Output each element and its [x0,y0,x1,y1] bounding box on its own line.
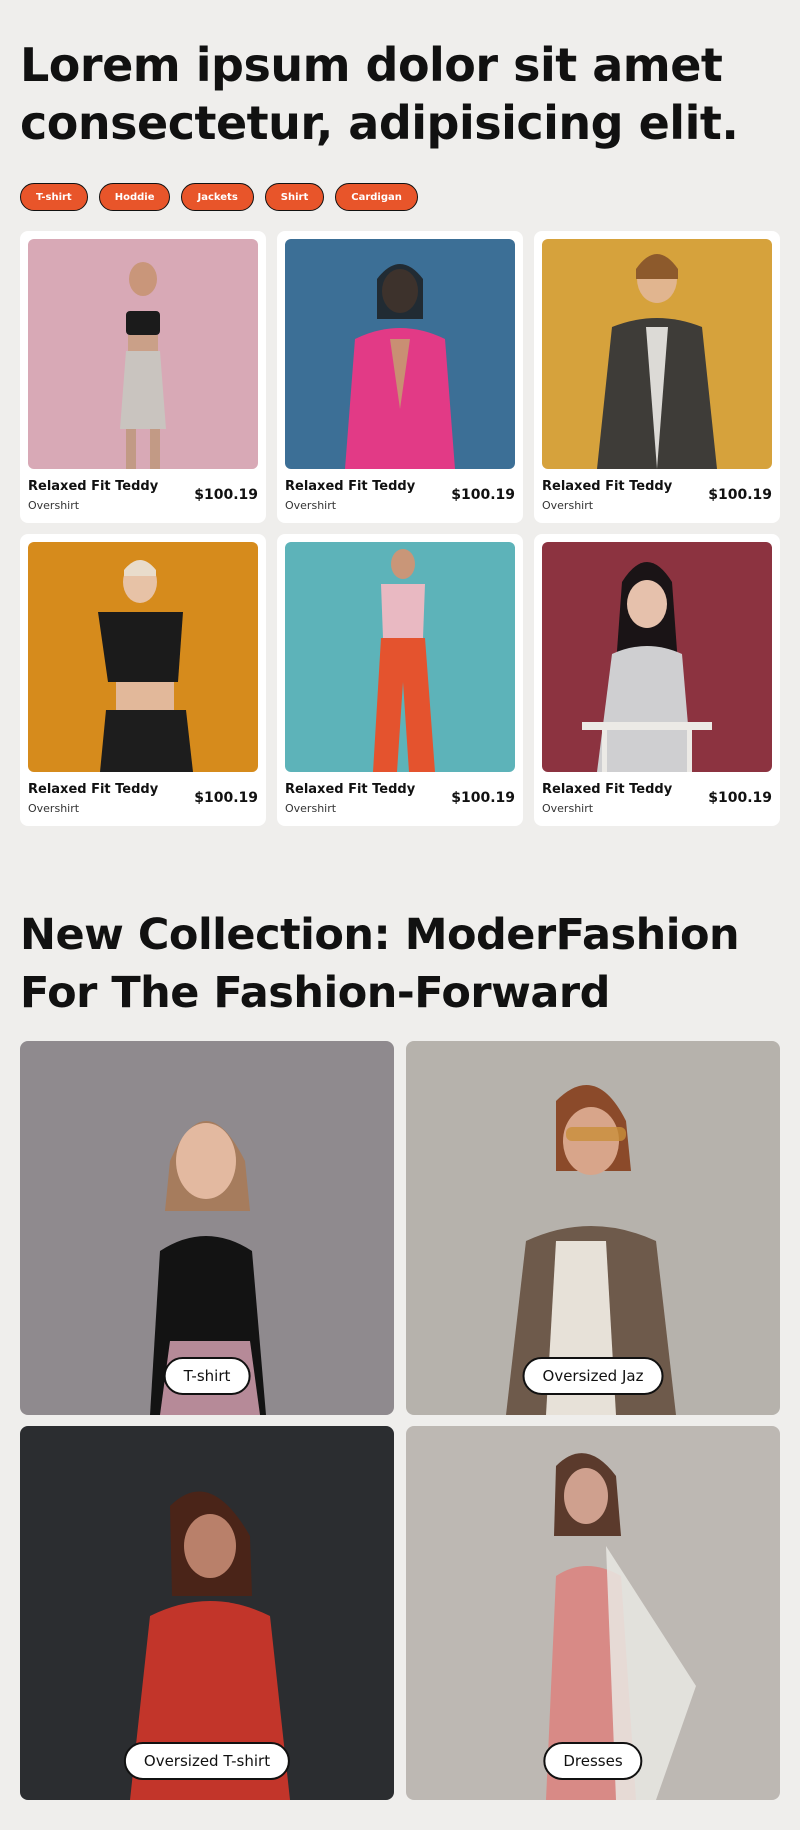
collection-title-line-1: New Collection: ModerFashion [20,910,740,960]
filter-chip-hoddie[interactable]: Hoddie [98,183,171,211]
filter-chip-jackets[interactable]: Jackets [181,183,254,211]
collection-label[interactable]: Dresses [543,1742,643,1780]
product-subtitle: Overshirt [28,499,80,512]
collection-card[interactable]: T-shirt [20,1041,394,1415]
product-subtitle: Overshirt [542,802,594,815]
page-title-line-2: consectetur, adipisicing elit. [20,96,739,150]
page-title-line-1: Lorem ipsum dolor sit amet [20,38,723,92]
filter-chip-shirt[interactable]: Shirt [264,183,325,211]
product-price: $100.19 [708,487,772,503]
collection-title: New Collection: ModerFashion For The Fas… [20,906,780,1022]
product-name: Relaxed Fit Teddy [28,782,159,797]
collection-title-line-2: For The Fashion-Forward [20,968,610,1018]
category-filters: T-shirt Hoddie Jackets Shirt Cardigan [20,183,418,211]
product-card[interactable]: Relaxed Fit Teddy Overshirt $100.19 [20,231,266,523]
filter-chip-cardigan[interactable]: Cardigan [335,183,418,211]
product-photo [542,542,772,772]
product-name: Relaxed Fit Teddy [285,479,416,494]
filter-chip-tshirt[interactable]: T-shirt [20,183,88,211]
product-photo [28,542,258,772]
collection-label[interactable]: Oversized T-shirt [123,1742,291,1780]
product-price: $100.19 [708,790,772,806]
product-price: $100.19 [194,487,258,503]
collection-card[interactable]: Dresses [406,1426,780,1800]
product-card[interactable]: Relaxed Fit Teddy Overshirt $100.19 [534,231,780,523]
collection-card[interactable]: Oversized T-shirt [20,1426,394,1800]
product-name: Relaxed Fit Teddy [285,782,416,797]
collection-label[interactable]: T-shirt [163,1357,251,1395]
product-card[interactable]: Relaxed Fit Teddy Overshirt $100.19 [277,534,523,826]
product-name: Relaxed Fit Teddy [542,782,673,797]
product-card[interactable]: Relaxed Fit Teddy Overshirt $100.19 [534,534,780,826]
collection-card[interactable]: Oversized Jaz [406,1041,780,1415]
product-subtitle: Overshirt [285,802,337,815]
product-subtitle: Overshirt [542,499,594,512]
product-price: $100.19 [451,487,515,503]
product-photo [542,239,772,469]
product-photo [28,239,258,469]
product-subtitle: Overshirt [285,499,337,512]
product-price: $100.19 [194,790,258,806]
product-price: $100.19 [451,790,515,806]
collection-label[interactable]: Oversized Jaz [522,1357,664,1395]
page-title: Lorem ipsum dolor sit amet consectetur, … [20,36,780,152]
product-card[interactable]: Relaxed Fit Teddy Overshirt $100.19 [277,231,523,523]
product-subtitle: Overshirt [28,802,80,815]
product-name: Relaxed Fit Teddy [542,479,673,494]
product-photo [285,239,515,469]
product-grid: Relaxed Fit Teddy Overshirt $100.19 Rela… [20,231,780,826]
product-card[interactable]: Relaxed Fit Teddy Overshirt $100.19 [20,534,266,826]
collection-grid: T-shirt Oversized Jaz Oversized T-shirt [20,1041,780,1800]
product-name: Relaxed Fit Teddy [28,479,159,494]
product-photo [285,542,515,772]
